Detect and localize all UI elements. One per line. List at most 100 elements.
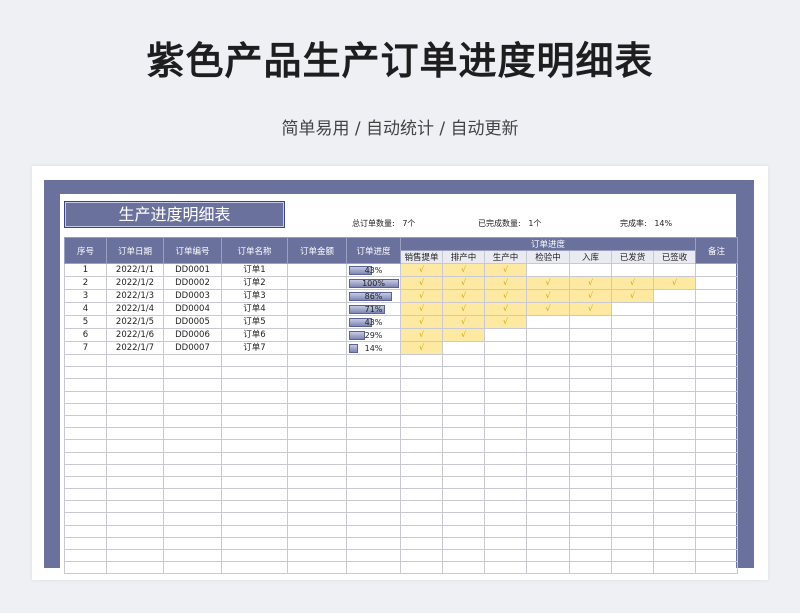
empty-cell[interactable]: [64, 402, 107, 416]
empty-cell[interactable]: [346, 366, 401, 380]
cell-amount[interactable]: [287, 289, 347, 303]
cell-progress[interactable]: 71%: [346, 302, 401, 316]
empty-cell[interactable]: [653, 353, 696, 368]
empty-cell[interactable]: [64, 366, 107, 380]
empty-cell[interactable]: [526, 500, 570, 514]
empty-cell[interactable]: [653, 500, 696, 514]
empty-cell[interactable]: [221, 475, 288, 490]
cell-progress[interactable]: 43%: [346, 263, 401, 277]
empty-cell[interactable]: [400, 500, 443, 514]
col-header-stage[interactable]: 生产中: [484, 250, 527, 264]
stage-cell[interactable]: [526, 328, 570, 342]
empty-cell[interactable]: [526, 402, 570, 416]
empty-cell[interactable]: [695, 378, 738, 392]
empty-cell[interactable]: [346, 475, 401, 490]
empty-cell[interactable]: [163, 536, 222, 551]
empty-cell[interactable]: [611, 402, 654, 416]
cell-name[interactable]: 订单7: [221, 341, 288, 355]
stage-cell[interactable]: [484, 328, 527, 342]
empty-cell[interactable]: [287, 402, 347, 416]
stage-cell-done[interactable]: √: [400, 263, 443, 277]
empty-cell[interactable]: [163, 500, 222, 514]
empty-cell[interactable]: [64, 536, 107, 551]
empty-cell[interactable]: [287, 475, 347, 490]
empty-cell[interactable]: [484, 353, 527, 368]
empty-cell[interactable]: [484, 439, 527, 453]
stage-cell[interactable]: [526, 263, 570, 277]
cell-seq[interactable]: 5: [64, 315, 107, 329]
empty-cell[interactable]: [569, 500, 612, 514]
empty-cell[interactable]: [64, 548, 107, 563]
empty-cell[interactable]: [64, 475, 107, 490]
stage-cell[interactable]: [569, 328, 612, 342]
empty-cell[interactable]: [346, 561, 401, 575]
empty-cell[interactable]: [569, 475, 612, 490]
empty-cell[interactable]: [163, 524, 222, 538]
empty-cell[interactable]: [163, 488, 222, 502]
empty-cell[interactable]: [442, 463, 485, 477]
empty-cell[interactable]: [106, 414, 164, 429]
stage-cell-done[interactable]: √: [442, 302, 485, 316]
stage-cell[interactable]: [653, 341, 696, 355]
stat-value[interactable]: 7个: [402, 219, 415, 228]
empty-cell[interactable]: [611, 548, 654, 563]
empty-cell[interactable]: [611, 500, 654, 514]
empty-cell[interactable]: [653, 378, 696, 392]
empty-cell[interactable]: [611, 524, 654, 538]
empty-cell[interactable]: [287, 439, 347, 453]
empty-cell[interactable]: [484, 427, 527, 441]
empty-cell[interactable]: [106, 548, 164, 563]
empty-cell[interactable]: [106, 512, 164, 526]
empty-cell[interactable]: [695, 561, 738, 575]
stat-value[interactable]: 1个: [528, 219, 541, 228]
empty-cell[interactable]: [526, 366, 570, 380]
empty-cell[interactable]: [400, 439, 443, 453]
empty-cell[interactable]: [526, 488, 570, 502]
empty-cell[interactable]: [64, 390, 107, 404]
empty-cell[interactable]: [611, 414, 654, 429]
cell-code[interactable]: DD0004: [163, 302, 222, 316]
stage-cell-done[interactable]: √: [569, 302, 612, 316]
cell-seq[interactable]: 1: [64, 263, 107, 277]
cell-date[interactable]: 2022/1/5: [106, 315, 164, 329]
empty-cell[interactable]: [653, 366, 696, 380]
empty-cell[interactable]: [653, 512, 696, 526]
stage-cell-done[interactable]: √: [653, 276, 696, 290]
empty-cell[interactable]: [163, 463, 222, 477]
stage-cell[interactable]: [526, 315, 570, 329]
empty-cell[interactable]: [695, 475, 738, 490]
empty-cell[interactable]: [64, 561, 107, 575]
empty-cell[interactable]: [287, 488, 347, 502]
stage-cell[interactable]: [569, 315, 612, 329]
empty-cell[interactable]: [484, 488, 527, 502]
empty-cell[interactable]: [346, 524, 401, 538]
empty-cell[interactable]: [569, 463, 612, 477]
empty-cell[interactable]: [163, 512, 222, 526]
empty-cell[interactable]: [526, 390, 570, 404]
empty-cell[interactable]: [221, 451, 288, 465]
empty-cell[interactable]: [221, 500, 288, 514]
stage-cell[interactable]: [569, 263, 612, 277]
empty-cell[interactable]: [106, 536, 164, 551]
empty-cell[interactable]: [569, 353, 612, 368]
empty-cell[interactable]: [221, 561, 288, 575]
empty-cell[interactable]: [526, 524, 570, 538]
empty-cell[interactable]: [569, 439, 612, 453]
empty-cell[interactable]: [611, 463, 654, 477]
cell-name[interactable]: 订单1: [221, 263, 288, 277]
stage-cell[interactable]: [484, 341, 527, 355]
stage-cell[interactable]: [653, 315, 696, 329]
empty-cell[interactable]: [287, 548, 347, 563]
empty-cell[interactable]: [442, 427, 485, 441]
empty-cell[interactable]: [526, 427, 570, 441]
empty-cell[interactable]: [346, 439, 401, 453]
empty-cell[interactable]: [400, 536, 443, 551]
empty-cell[interactable]: [526, 475, 570, 490]
stage-cell-done[interactable]: √: [611, 289, 654, 303]
cell-date[interactable]: 2022/1/1: [106, 263, 164, 277]
empty-cell[interactable]: [442, 500, 485, 514]
empty-cell[interactable]: [64, 439, 107, 453]
col-header-seq[interactable]: 序号: [64, 237, 107, 264]
empty-cell[interactable]: [442, 536, 485, 551]
empty-cell[interactable]: [400, 451, 443, 465]
